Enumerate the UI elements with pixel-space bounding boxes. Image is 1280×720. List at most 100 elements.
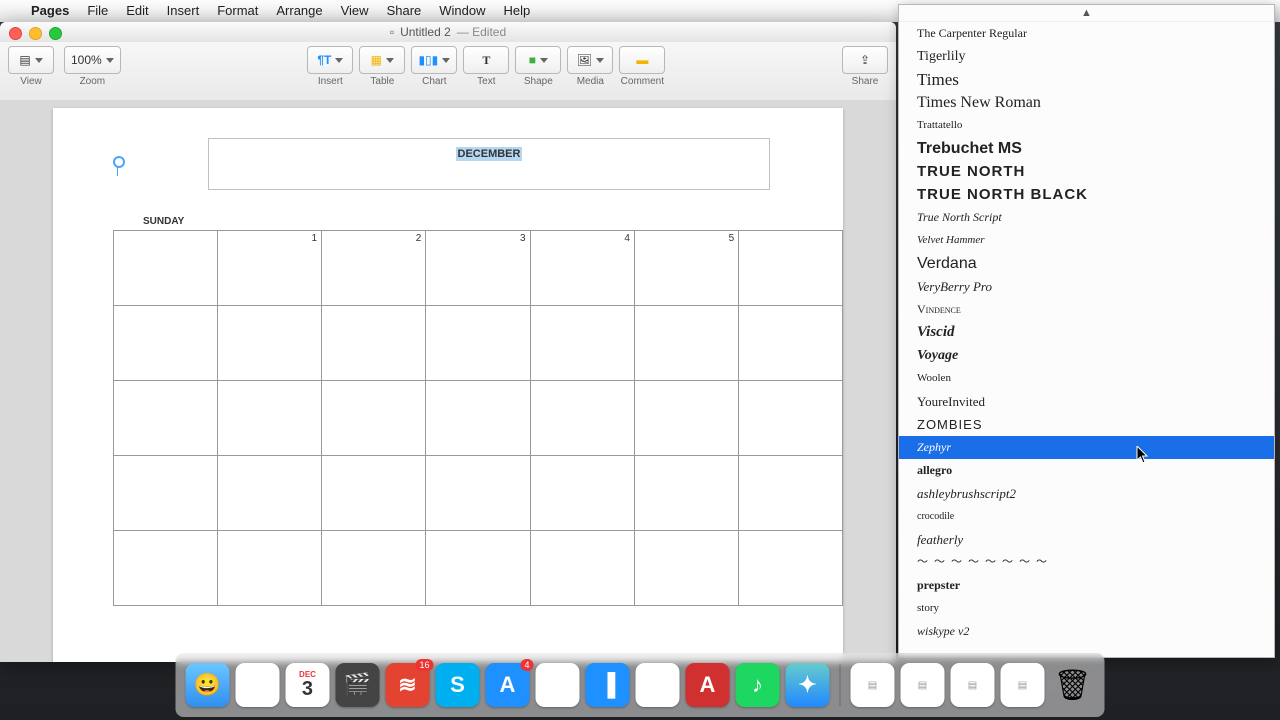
menu-help[interactable]: Help bbox=[495, 0, 540, 22]
chart-button[interactable]: ▮▯▮ bbox=[411, 46, 457, 74]
font-picker-menu[interactable]: ▲ The Carpenter RegularTigerlilyTimesTim… bbox=[898, 4, 1275, 658]
table-row bbox=[114, 381, 843, 456]
font-item[interactable]: Viscid bbox=[899, 321, 1274, 344]
font-item[interactable]: prepster bbox=[899, 574, 1274, 597]
chevron-down-icon bbox=[540, 58, 548, 63]
toolbar: ▤ View 100% Zoom ¶TInsert ▦Table ▮▯▮Char… bbox=[0, 42, 896, 103]
shape-icon: ■ bbox=[529, 53, 536, 67]
menu-file[interactable]: File bbox=[78, 0, 117, 22]
dock-adobe[interactable]: A bbox=[686, 663, 730, 707]
font-item[interactable]: True North Script bbox=[899, 206, 1274, 229]
titlebar[interactable]: ▫ Untitled 2 — Edited bbox=[0, 22, 896, 42]
menu-share[interactable]: Share bbox=[378, 0, 431, 22]
minimize-button[interactable] bbox=[29, 27, 42, 40]
dock-todoist[interactable]: ≋16 bbox=[386, 663, 430, 707]
shape-button[interactable]: ■ bbox=[515, 46, 561, 74]
dock-trash[interactable]: 🗑 bbox=[1051, 663, 1095, 707]
font-item[interactable]: Verdana bbox=[899, 252, 1274, 275]
dock-appstore[interactable]: A4 bbox=[486, 663, 530, 707]
font-item[interactable]: ZOMBIES bbox=[899, 413, 1274, 436]
dock-skype[interactable]: S bbox=[436, 663, 480, 707]
dock-doc4[interactable]: ▤ bbox=[1001, 663, 1045, 707]
table-row bbox=[114, 306, 843, 381]
table-cell[interactable]: 4 bbox=[530, 231, 634, 306]
font-item[interactable]: featherly bbox=[899, 528, 1274, 551]
menu-insert[interactable]: Insert bbox=[158, 0, 209, 22]
font-item[interactable]: Trattatello bbox=[899, 114, 1274, 137]
zoom-button[interactable] bbox=[49, 27, 62, 40]
font-item[interactable]: crocodile bbox=[899, 505, 1274, 528]
dock-calendar[interactable]: DEC3 bbox=[286, 663, 330, 707]
dock-keynote[interactable]: ▐ bbox=[586, 663, 630, 707]
dock-pages[interactable]: ✎ bbox=[536, 663, 580, 707]
font-item[interactable]: Vindence bbox=[899, 298, 1274, 321]
font-item[interactable]: Times bbox=[899, 68, 1274, 91]
font-item[interactable]: Trebuchet MS bbox=[899, 137, 1274, 160]
text-icon: T bbox=[482, 53, 490, 68]
table-cell[interactable]: 5 bbox=[634, 231, 738, 306]
font-item[interactable]: VeryBerry Pro bbox=[899, 275, 1274, 298]
dock-itunes[interactable]: ♫ bbox=[636, 663, 680, 707]
zoom-field[interactable]: 100% bbox=[64, 46, 121, 74]
scroll-up-arrow[interactable]: ▲ bbox=[899, 5, 1274, 22]
close-button[interactable] bbox=[9, 27, 22, 40]
font-item[interactable]: Zephyr bbox=[899, 436, 1274, 459]
table-button[interactable]: ▦ bbox=[359, 46, 405, 74]
comment-button[interactable]: ▬ bbox=[619, 46, 665, 74]
window-title: Untitled 2 bbox=[400, 25, 451, 39]
table-cell[interactable]: 1 bbox=[217, 231, 321, 306]
view-button[interactable]: ▤ bbox=[8, 46, 54, 74]
font-item[interactable]: TRUE NORTH BLACK bbox=[899, 183, 1274, 206]
desktop: Pages File Edit Insert Format Arrange Vi… bbox=[0, 0, 1280, 720]
font-item[interactable]: TRUE NORTH bbox=[899, 160, 1274, 183]
dock-imovie[interactable]: 🎬 bbox=[336, 663, 380, 707]
page[interactable]: DECEMBER SUNDAY 1 2 3 4 5 bbox=[53, 108, 843, 662]
menu-format[interactable]: Format bbox=[208, 0, 267, 22]
chart-label: Chart bbox=[422, 76, 446, 87]
shape-label: Shape bbox=[524, 76, 553, 87]
table-cell[interactable] bbox=[114, 231, 218, 306]
media-button[interactable]: 🖼 bbox=[567, 46, 613, 74]
dock: 😀◎DEC3🎬≋16SA4✎▐♫A♪✦▤▤▤▤🗑 bbox=[176, 653, 1105, 717]
dock-doc3[interactable]: ▤ bbox=[951, 663, 995, 707]
menu-window[interactable]: Window bbox=[430, 0, 494, 22]
font-item[interactable]: Voyage bbox=[899, 344, 1274, 367]
share-button[interactable]: ⇪ bbox=[842, 46, 888, 74]
menu-view[interactable]: View bbox=[332, 0, 378, 22]
font-item[interactable]: The Carpenter Regular bbox=[899, 22, 1274, 45]
document-canvas[interactable]: DECEMBER SUNDAY 1 2 3 4 5 bbox=[0, 100, 896, 662]
font-item[interactable]: allegro bbox=[899, 459, 1274, 482]
text-button[interactable]: T bbox=[463, 46, 509, 74]
dock-safari[interactable]: ✦ bbox=[786, 663, 830, 707]
menu-edit[interactable]: Edit bbox=[117, 0, 157, 22]
font-item[interactable]: Velvet Hammer bbox=[899, 229, 1274, 252]
calendar-table[interactable]: 1 2 3 4 5 bbox=[113, 230, 843, 606]
month-textbox[interactable]: DECEMBER bbox=[208, 138, 770, 190]
font-item[interactable]: Times New Roman bbox=[899, 91, 1274, 114]
dock-chrome[interactable]: ◎ bbox=[236, 663, 280, 707]
table-cell[interactable]: 3 bbox=[426, 231, 530, 306]
media-icon: 🖼 bbox=[577, 53, 592, 67]
font-item[interactable]: ashleybrushscript2 bbox=[899, 482, 1274, 505]
font-item[interactable]: story bbox=[899, 597, 1274, 620]
dock-finder[interactable]: 😀 bbox=[186, 663, 230, 707]
comment-label: Comment bbox=[621, 76, 664, 87]
font-item[interactable]: wiskype v2 bbox=[899, 620, 1274, 643]
dock-spotify[interactable]: ♪ bbox=[736, 663, 780, 707]
month-label[interactable]: DECEMBER bbox=[456, 147, 523, 161]
app-menu[interactable]: Pages bbox=[22, 0, 78, 22]
table-row bbox=[114, 456, 843, 531]
dock-doc1[interactable]: ▤ bbox=[851, 663, 895, 707]
font-item[interactable]: YoureInvited bbox=[899, 390, 1274, 413]
table-cell[interactable]: 2 bbox=[322, 231, 426, 306]
menu-arrange[interactable]: Arrange bbox=[267, 0, 331, 22]
chevron-down-icon bbox=[442, 58, 450, 63]
insert-button[interactable]: ¶T bbox=[307, 46, 353, 74]
table-cell[interactable] bbox=[739, 231, 843, 306]
font-item[interactable]: Woolen bbox=[899, 367, 1274, 390]
font-item[interactable]: Tigerlily bbox=[899, 45, 1274, 68]
dock-doc2[interactable]: ▤ bbox=[901, 663, 945, 707]
dock-separator bbox=[840, 664, 841, 706]
zoom-label: Zoom bbox=[80, 76, 106, 87]
font-item[interactable]: ～～～～～～～～ bbox=[899, 551, 1274, 574]
